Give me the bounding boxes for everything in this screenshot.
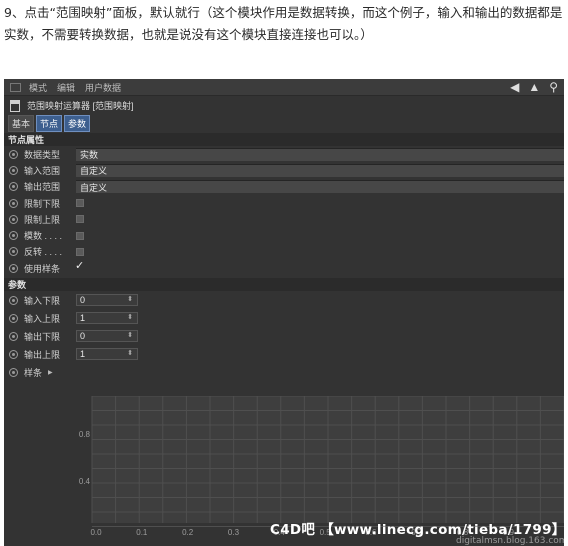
row-input-lower: 输入下限 0 ⬍ bbox=[4, 291, 564, 309]
use-spline-checkbox[interactable] bbox=[75, 259, 84, 272]
keyframe-radio-icon[interactable] bbox=[9, 367, 18, 377]
menu-edit[interactable]: 编辑 bbox=[57, 81, 75, 94]
up-arrow-icon[interactable]: ▲ bbox=[528, 80, 540, 94]
row-clamp-upper: 限制上限 bbox=[4, 211, 564, 227]
field-value: 0 bbox=[80, 331, 86, 342]
row-output-upper: 输出上限 1 ⬍ bbox=[4, 345, 564, 363]
clamp-upper-checkbox[interactable] bbox=[76, 215, 84, 224]
output-range-select[interactable]: 自定义 bbox=[76, 180, 564, 194]
operator-header: 范围映射运算器 [范围映射] bbox=[4, 96, 564, 115]
row-label: 样条 bbox=[24, 367, 43, 378]
row-label: 输入范围 bbox=[24, 165, 61, 176]
row-reverse: 反转 . . . . bbox=[4, 244, 564, 260]
input-lower-field[interactable]: 0 ⬍ bbox=[76, 294, 138, 307]
stepper-arrows-icon[interactable]: ⬍ bbox=[127, 349, 133, 357]
row-output-lower: 输出下限 0 ⬍ bbox=[4, 327, 564, 345]
section-parameters: 参数 bbox=[4, 278, 564, 292]
graph-y-tick-label: 0.4 bbox=[79, 477, 91, 486]
clamp-lower-checkbox[interactable] bbox=[76, 199, 84, 208]
row-modulo: 模数 . . . . bbox=[4, 227, 564, 243]
row-label: 限制上限 bbox=[24, 214, 61, 225]
section-node-properties: 节点属性 bbox=[4, 133, 564, 146]
toolbar-icons: ◀ ▲ ⚲ bbox=[510, 80, 558, 94]
modulo-checkbox[interactable] bbox=[76, 231, 84, 240]
keyframe-radio-icon[interactable] bbox=[9, 198, 18, 208]
output-lower-field[interactable]: 0 ⬍ bbox=[76, 330, 138, 343]
keyframe-radio-icon[interactable] bbox=[9, 331, 18, 341]
row-label: 输入上限 bbox=[24, 313, 61, 324]
grid-menu-icon[interactable] bbox=[10, 82, 21, 92]
stepper-arrows-icon[interactable]: ⬍ bbox=[127, 295, 133, 303]
row-label: 输出范围 bbox=[24, 182, 61, 193]
keyframe-radio-icon[interactable] bbox=[9, 231, 18, 241]
row-label: 输入下限 bbox=[24, 295, 61, 306]
row-spline: 样条 ▶ bbox=[4, 363, 564, 381]
row-use-spline: 使用样条 bbox=[4, 259, 564, 276]
menu-user-data[interactable]: 用户数据 bbox=[85, 81, 121, 94]
field-value: 1 bbox=[80, 349, 86, 360]
reverse-checkbox[interactable] bbox=[76, 247, 84, 256]
keyframe-radio-icon[interactable] bbox=[9, 165, 18, 175]
graph-x-tick-label: 0.1 bbox=[136, 528, 148, 537]
step-caption: 9、点击“范围映射”面板，默认就行（这个模块作用是数据转换，而这个例子，输入和输… bbox=[4, 5, 563, 42]
keyframe-radio-icon[interactable] bbox=[9, 247, 18, 257]
back-arrow-icon[interactable]: ◀ bbox=[510, 80, 519, 94]
row-label: 反转 . . . . bbox=[24, 247, 63, 258]
tab-bar: 基本 节点 参数 bbox=[4, 114, 564, 132]
row-input-range: 输入范围 自定义 bbox=[4, 162, 564, 178]
keyframe-radio-icon[interactable] bbox=[9, 313, 18, 323]
watermark-small-text: digitalmsn.blog.163.com bbox=[456, 536, 564, 546]
graph-x-tick-label: 0.3 bbox=[228, 528, 240, 537]
tab-parameters[interactable]: 参数 bbox=[64, 114, 91, 132]
row-label: 数据类型 bbox=[24, 149, 61, 160]
row-input-upper: 输入上限 1 ⬍ bbox=[4, 309, 564, 327]
graph-x-tick-label: 0.0 bbox=[90, 528, 102, 537]
input-upper-field[interactable]: 1 ⬍ bbox=[76, 312, 138, 325]
operator-title: 范围映射运算器 [范围映射] bbox=[27, 101, 134, 111]
input-range-select[interactable]: 自定义 bbox=[76, 163, 564, 177]
expand-triangle-icon[interactable]: ▶ bbox=[48, 369, 53, 376]
field-value: 1 bbox=[80, 313, 86, 324]
keyframe-radio-icon[interactable] bbox=[9, 182, 18, 192]
field-value: 0 bbox=[80, 295, 86, 306]
graph-y-tick-label: 0.8 bbox=[79, 430, 91, 439]
data-type-select[interactable]: 实数 bbox=[76, 147, 564, 161]
output-upper-field[interactable]: 1 ⬍ bbox=[76, 348, 138, 361]
row-output-range: 输出范围 自定义 bbox=[4, 179, 564, 195]
keyframe-radio-icon[interactable] bbox=[9, 349, 18, 359]
watermark-text: C4D吧 【www.linecg.com/tieba/1799】 bbox=[270, 522, 564, 538]
keyframe-radio-icon[interactable] bbox=[9, 295, 18, 305]
keyframe-radio-icon[interactable] bbox=[9, 214, 18, 224]
calculator-icon bbox=[10, 99, 20, 112]
keyframe-radio-icon[interactable] bbox=[9, 149, 18, 159]
stepper-arrows-icon[interactable]: ⬍ bbox=[127, 313, 133, 321]
search-icon[interactable]: ⚲ bbox=[549, 80, 558, 94]
keyframe-radio-icon[interactable] bbox=[9, 263, 18, 273]
row-label: 限制下限 bbox=[24, 198, 61, 209]
tab-node[interactable]: 节点 bbox=[36, 114, 63, 132]
menu-mode[interactable]: 模式 bbox=[29, 81, 47, 94]
row-data-type: 数据类型 实数 bbox=[4, 146, 564, 162]
row-label: 使用样条 bbox=[24, 263, 61, 274]
row-label: 输出下限 bbox=[24, 331, 61, 342]
tab-basic[interactable]: 基本 bbox=[8, 114, 35, 132]
graph-x-tick-label: 0.2 bbox=[182, 528, 194, 537]
row-clamp-lower: 限制下限 bbox=[4, 195, 564, 211]
stepper-arrows-icon[interactable]: ⬍ bbox=[127, 331, 133, 339]
menu-bar: 模式 编辑 用户数据 ◀ ▲ ⚲ bbox=[4, 79, 564, 96]
attribute-manager-panel: 模式 编辑 用户数据 ◀ ▲ ⚲ 范围映射运算器 [范围映射] 基本 节点 参数… bbox=[4, 79, 564, 546]
row-label: 模数 . . . . bbox=[24, 231, 63, 242]
row-label: 输出上限 bbox=[24, 349, 61, 360]
